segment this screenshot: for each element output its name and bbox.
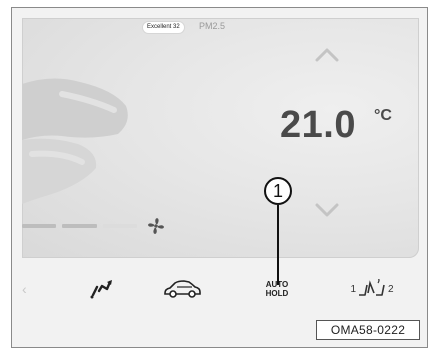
seat-heat-icon xyxy=(359,279,385,296)
auto-hold-line2: HOLD xyxy=(265,289,289,298)
car-air-icon xyxy=(164,280,201,298)
seat-icon xyxy=(22,78,128,204)
fan-speed-slider[interactable] xyxy=(22,224,137,230)
air-recirculation-icon xyxy=(90,280,112,299)
temperature-unit: °C xyxy=(374,107,392,124)
car-airflow-button[interactable] xyxy=(162,274,202,304)
fan-icon xyxy=(148,218,164,234)
fan-level-segment xyxy=(22,224,57,228)
pm25-label: PM2.5 xyxy=(199,21,226,31)
climate-bottom-bar: ‹ AUTO HOLD 1 2 xyxy=(22,262,419,317)
callout-number: 1 xyxy=(264,177,292,205)
temperature-down-button[interactable] xyxy=(314,200,340,220)
temperature-up-button[interactable] xyxy=(314,44,340,64)
seat-heat-right-level: 2 xyxy=(388,283,394,295)
seat-heat-button[interactable]: 1 2 xyxy=(347,274,397,304)
figure-code: OMA58-0222 xyxy=(316,320,420,340)
fan-level-segment xyxy=(62,224,97,228)
air-recirculation-button[interactable] xyxy=(86,274,120,304)
scroll-left-hint: ‹ xyxy=(22,281,27,297)
callout-leader-line xyxy=(277,205,279,285)
climate-screen: Excellent 32 PM2.5 21.0 °C xyxy=(22,18,419,258)
fan-level-segment xyxy=(102,224,137,228)
temperature-value: 21.0 xyxy=(280,104,356,146)
air-quality-badge: Excellent 32 xyxy=(143,22,184,33)
